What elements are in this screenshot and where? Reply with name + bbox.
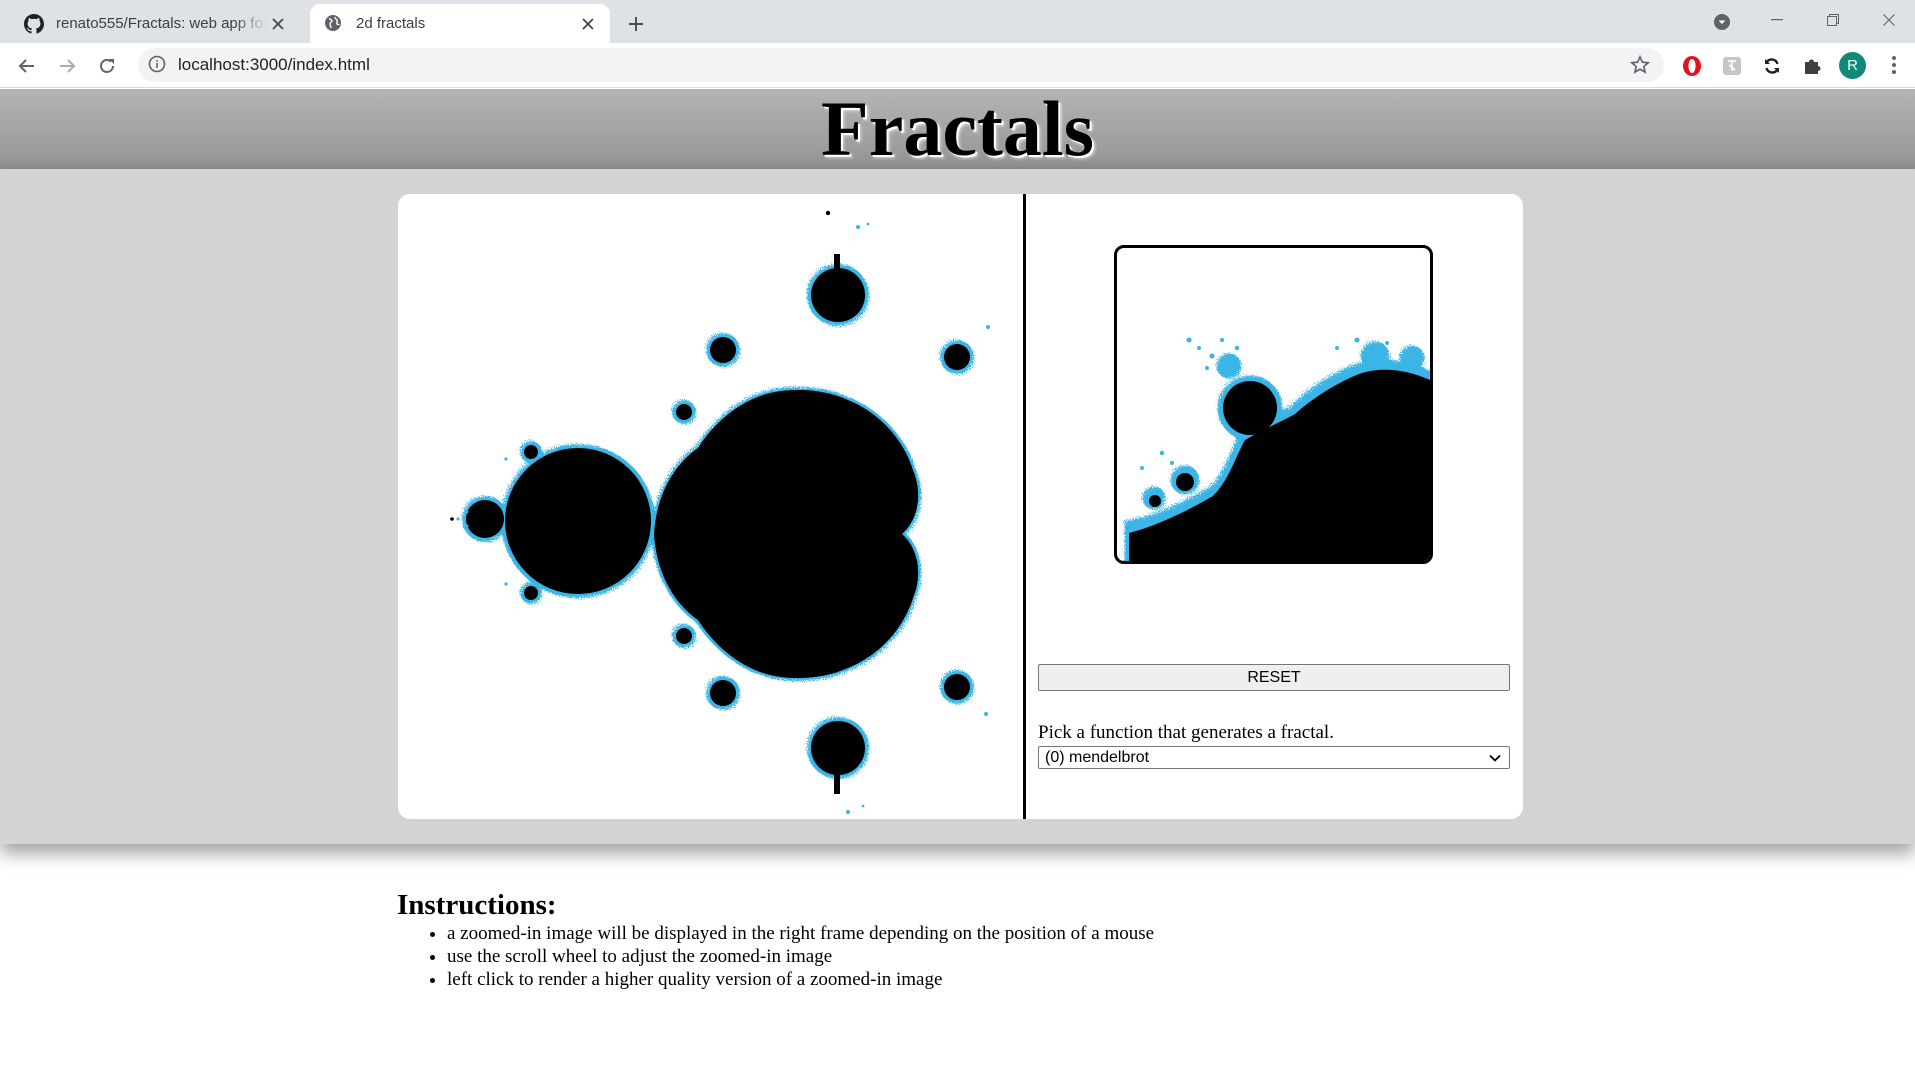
minimize-icon[interactable] bbox=[1754, 4, 1800, 36]
fractal-canvas[interactable] bbox=[398, 194, 1023, 819]
forward-arrow-icon[interactable] bbox=[50, 49, 84, 83]
reset-button[interactable]: RESET bbox=[1038, 664, 1510, 691]
bookmark-star-icon[interactable] bbox=[1628, 53, 1652, 77]
list-item: left click to render a higher quality ve… bbox=[447, 968, 1154, 991]
list-item: a zoomed-in image will be displayed in t… bbox=[447, 922, 1154, 945]
browser-tab-fractals[interactable]: 2d fractals bbox=[310, 4, 610, 43]
restore-icon[interactable] bbox=[1810, 4, 1856, 36]
close-icon[interactable] bbox=[576, 12, 600, 36]
url-text: localhost:3000/index.html bbox=[178, 55, 370, 74]
tab-search-icon[interactable] bbox=[1710, 10, 1734, 34]
browser-tab-strip: renato555/Fractals: web app for fractals… bbox=[0, 0, 1915, 43]
main-section: RESET Pick a function that generates a f… bbox=[0, 169, 1915, 844]
zoomed-fractal-image bbox=[1124, 337, 1430, 561]
translate-extension-icon[interactable] bbox=[1719, 53, 1745, 79]
function-select-value: (0) mendelbrot bbox=[1045, 748, 1150, 766]
browser-toolbar: localhost:3000/index.html bbox=[0, 43, 1915, 88]
puzzle-icon[interactable] bbox=[1799, 53, 1825, 79]
instructions-list: a zoomed-in image will be displayed in t… bbox=[447, 922, 1154, 991]
new-tab-button[interactable] bbox=[620, 8, 652, 40]
info-icon[interactable] bbox=[148, 55, 168, 75]
function-select[interactable]: (0) mendelbrot bbox=[1038, 746, 1510, 769]
panel-divider bbox=[1023, 194, 1026, 819]
list-item: use the scroll wheel to adjust the zoome… bbox=[447, 945, 1154, 968]
zoom-frame bbox=[1114, 245, 1433, 564]
avatar[interactable]: R bbox=[1839, 52, 1866, 79]
more-menu-icon[interactable] bbox=[1882, 51, 1906, 79]
opera-icon[interactable] bbox=[1679, 53, 1705, 79]
github-icon bbox=[24, 13, 44, 34]
instructions-heading: Instructions: bbox=[397, 889, 557, 921]
sync-extension-icon[interactable] bbox=[1759, 53, 1785, 79]
chevron-down-icon bbox=[1487, 750, 1503, 766]
back-arrow-icon[interactable] bbox=[10, 49, 44, 83]
page-header: Fractals bbox=[0, 89, 1915, 169]
address-bar[interactable]: localhost:3000/index.html bbox=[138, 48, 1664, 82]
tab-title: renato555/Fractals: web app for fractals bbox=[56, 15, 266, 32]
page-title: Fractals bbox=[821, 85, 1094, 172]
close-window-icon[interactable] bbox=[1866, 4, 1912, 36]
browser-tab-github[interactable]: renato555/Fractals: web app for fractals bbox=[10, 4, 300, 43]
fractal-panel: RESET Pick a function that generates a f… bbox=[398, 194, 1523, 819]
reload-icon[interactable] bbox=[90, 49, 124, 83]
tab-title: 2d fractals bbox=[356, 15, 426, 32]
function-prompt: Pick a function that generates a fractal… bbox=[1038, 722, 1334, 743]
globe-icon bbox=[324, 14, 344, 34]
instructions-section: Instructions: a zoomed-in image will be … bbox=[397, 888, 1154, 991]
close-icon[interactable] bbox=[266, 12, 290, 36]
